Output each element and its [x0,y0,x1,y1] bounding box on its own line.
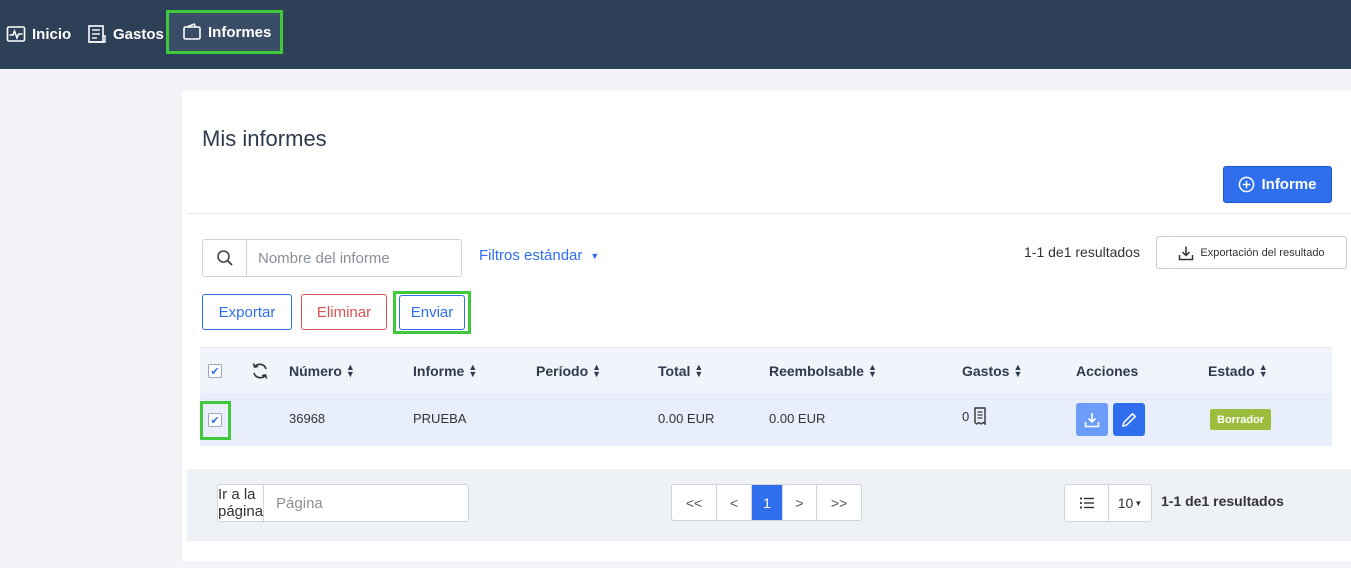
nav-gastos[interactable]: Gastos [87,14,164,54]
search-input[interactable] [247,240,461,276]
cell-gastos: 0 [962,407,987,425]
col-informe[interactable]: Informe ▲ ▼ [413,362,478,380]
plus-circle-icon [1239,176,1255,193]
sort-icon: ▲ ▼ [867,362,877,379]
new-report-button[interactable]: Informe [1223,166,1332,203]
top-navbar: Inicio Gastos Informes [0,0,1351,69]
pager: << < 1 > >> [671,484,862,521]
download-icon [1179,246,1194,260]
cell-informe: PRUEBA [413,411,467,426]
caret-down-icon: ▼ [1134,498,1143,508]
col-total[interactable]: Total ▲ ▼ [658,362,704,380]
nav-informes[interactable]: Informes [166,10,284,54]
col-total-label: Total [658,363,691,379]
filters-label: Filtros estándar [479,247,583,264]
sort-icon: ▲ ▼ [1013,362,1023,379]
receipt-icon [88,25,106,43]
table-row[interactable]: ✔ 36968 PRUEBA 0.00 EUR 0.00 EUR 0 Borra… [200,393,1332,446]
col-numero[interactable]: Número ▲ ▼ [289,362,355,380]
sort-icon: ▲ ▼ [694,362,704,379]
per-page-value: 10 [1117,495,1134,511]
caret-down-icon: ▼ [590,250,600,261]
sort-icon: ▲ ▼ [468,362,478,379]
table-header: ✔ Número ▲ ▼ Informe ▲ ▼ Período ▲ ▼ Total ▲ ▼ R… [200,347,1332,393]
row-checkbox-highlight: ✔ [200,401,231,440]
search-icon [216,250,233,266]
send-button[interactable]: Enviar [399,295,465,330]
activity-icon [6,26,26,42]
download-icon [1084,412,1100,427]
prev-page-button[interactable]: < [717,485,752,520]
col-gastos[interactable]: Gastos ▲ ▼ [962,362,1023,380]
goto-page: Ir a la página [217,484,476,522]
col-reembolsable[interactable]: Reembolsable ▲ ▼ [769,362,877,380]
download-report-button[interactable] [1076,403,1108,436]
col-reembolsable-label: Reembolsable [769,363,864,379]
search-button[interactable] [203,240,247,276]
col-informe-label: Informe [413,363,465,379]
delete-button[interactable]: Eliminar [301,294,387,330]
results-count-bottom: 1-1 de1 resultados [1161,493,1284,509]
sort-icon: ▲ ▼ [592,362,602,379]
nav-inicio[interactable]: Inicio [6,14,71,54]
sort-icon: ▲ ▼ [1258,362,1268,379]
col-acciones-label: Acciones [1076,363,1139,379]
edit-report-button[interactable] [1113,403,1145,436]
new-report-label: Informe [1261,176,1317,193]
export-result-button[interactable]: Exportación del resultado [1156,236,1347,269]
sort-icon: ▲ ▼ [345,362,355,379]
page-title: Mis informes [202,126,327,151]
reports-card: Mis informes Informe Filtros estándar ▼ … [182,91,1351,561]
status-badge: Borrador [1210,409,1272,430]
last-page-button[interactable]: >> [817,485,861,520]
gastos-count: 0 [962,408,970,424]
cell-numero: 36968 [289,411,326,426]
nav-informes-label: Informes [208,23,272,41]
col-periodo[interactable]: Período ▲ ▼ [536,362,602,380]
col-acciones: Acciones [1076,363,1138,379]
next-page-button[interactable]: > [783,485,817,520]
nav-gastos-label: Gastos [113,25,164,43]
list-icon [1079,497,1094,509]
nav-inicio-label: Inicio [32,25,72,43]
divider [187,213,1351,214]
goto-page-input[interactable] [264,485,476,521]
row-checkbox[interactable]: ✔ [208,413,222,427]
results-count: 1-1 de1 resultados [1024,244,1140,260]
refresh-icon [252,363,268,379]
refresh-button[interactable] [250,361,270,386]
pencil-icon [1122,412,1137,427]
search-box [202,239,462,277]
col-periodo-label: Período [536,363,589,379]
per-page-select[interactable]: 10 ▼ [1108,484,1152,522]
pagination-bar: Ir a la página << < 1 > >> 10 ▼ 1-1 de1 … [187,469,1351,541]
export-result-label: Exportación del resultado [1200,246,1325,259]
col-gastos-label: Gastos [962,363,1010,379]
goto-page-label: Ir a la página [218,485,265,521]
col-estado-label: Estado [1208,363,1255,379]
receipt-icon [974,407,986,425]
send-button-highlight: Enviar [393,291,471,334]
wallet-icon [183,23,201,40]
list-view-button[interactable] [1064,484,1109,522]
select-all-checkbox[interactable]: ✔ [208,364,222,378]
page-1-button[interactable]: 1 [752,485,783,520]
filters-dropdown[interactable]: Filtros estándar ▼ [479,247,599,264]
col-numero-label: Número [289,363,342,379]
col-estado[interactable]: Estado ▲ ▼ [1208,362,1268,380]
cell-reembolsable: 0.00 EUR [769,411,826,426]
first-page-button[interactable]: << [672,485,717,520]
cell-total: 0.00 EUR [658,411,715,426]
export-button[interactable]: Exportar [202,294,292,330]
